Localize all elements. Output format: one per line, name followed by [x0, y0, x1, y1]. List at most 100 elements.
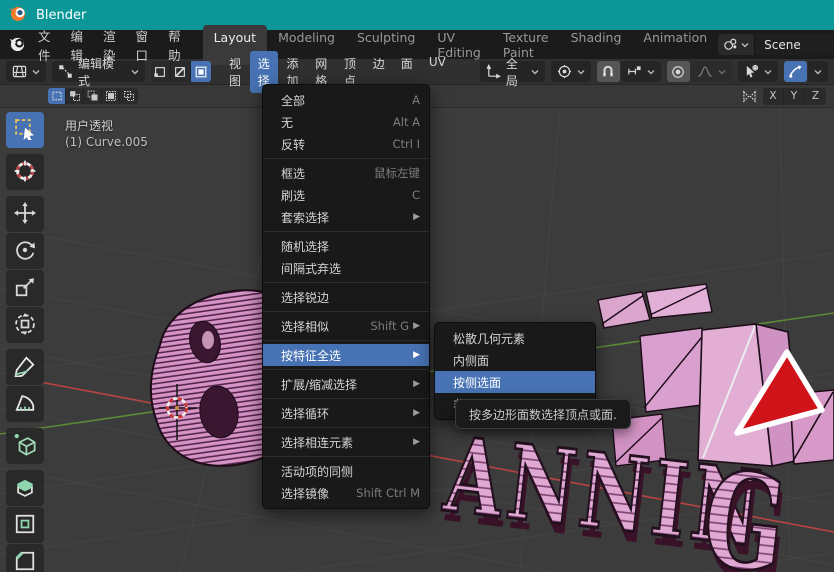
menu-separator: [263, 158, 429, 159]
scene-browse-button[interactable]: [718, 34, 754, 55]
menu-item-3[interactable]: 框选鼠标左键: [263, 162, 429, 184]
viewport-toolbar: [6, 112, 44, 572]
menu-item-1[interactable]: 无 Alt A: [263, 111, 429, 133]
mode-label: 编辑模式: [78, 55, 126, 89]
chevron-down-icon: [647, 68, 655, 76]
pivot-point-icon: [557, 64, 572, 79]
blender-app-menu-icon[interactable]: [9, 35, 26, 55]
annotate-tool-button[interactable]: [6, 349, 44, 385]
menu-item-label: 间隔式弃选: [281, 260, 341, 277]
menu-item-2[interactable]: 按侧选面: [435, 371, 595, 393]
transform-tool-button[interactable]: [6, 307, 44, 343]
mode-intersect-button[interactable]: [120, 88, 138, 104]
orientation-axis-icon: [486, 64, 501, 79]
menu-item-11[interactable]: 扩展/缩减选择▶: [263, 373, 429, 395]
gizmo-dropdown[interactable]: [808, 61, 828, 82]
menu-item-8[interactable]: 选择锐边: [263, 286, 429, 308]
menu-item-label: 松散几何元素: [453, 330, 525, 347]
snap-toggle[interactable]: [597, 61, 620, 82]
gizmo-toggle[interactable]: [784, 61, 807, 82]
measure-tool-button[interactable]: [6, 386, 44, 422]
menu-item-1[interactable]: 内侧面: [435, 349, 595, 371]
menu-item-label: 选择相似: [281, 318, 329, 335]
select-mode-buttons: [48, 88, 138, 104]
select-box-tool-button[interactable]: [6, 112, 44, 148]
move-tool-button[interactable]: [6, 196, 44, 232]
menu-item-label: 内侧面: [453, 352, 489, 369]
mode-new-button[interactable]: [48, 88, 66, 104]
falloff-dropdown[interactable]: [691, 61, 732, 82]
scene-widget: Scene: [718, 34, 834, 55]
menu-item-14[interactable]: 活动项的同侧: [263, 460, 429, 482]
menu-item-label: 全部: [281, 92, 305, 109]
menu-item-shortcut: 鼠标左键: [374, 165, 420, 181]
add-cube-icon: [14, 434, 36, 459]
workspace-tab-shading[interactable]: Shading: [560, 25, 633, 65]
header-menu-0[interactable]: 视图: [221, 51, 250, 93]
select-menu: 全部A无Alt A反转Ctrl I框选鼠标左键刷选C套索选择▶随机选择间隔式弃选…: [262, 84, 430, 509]
show-object-types-dropdown[interactable]: [738, 61, 778, 82]
gizmo-icon: [788, 64, 803, 79]
bevel-tool-button[interactable]: [6, 544, 44, 572]
chevron-down-icon: [814, 68, 822, 76]
menu-item-label: 按特征全选: [281, 347, 341, 364]
proportional-editing-toggle[interactable]: [667, 61, 690, 82]
mode-invert-button[interactable]: [102, 88, 120, 104]
face-mode-button[interactable]: [191, 61, 211, 82]
extrude-tool-button[interactable]: [6, 470, 44, 506]
menu-item-label: 选择锐边: [281, 289, 329, 306]
menu-item-6[interactable]: 随机选择: [263, 235, 429, 257]
mode-extend-button[interactable]: [66, 88, 84, 104]
menu-separator: [263, 456, 429, 457]
menu-item-shortcut: A: [412, 93, 420, 107]
menu-item-shortcut: Shift G: [370, 319, 409, 333]
menu-item-5[interactable]: 套索选择▶: [263, 206, 429, 228]
menu-item-15[interactable]: 选择镜像Shift Ctrl M: [263, 482, 429, 504]
vertex-mode-button[interactable]: [151, 61, 171, 82]
menu-item-4[interactable]: 刷选C: [263, 184, 429, 206]
scene-name-field[interactable]: Scene: [754, 34, 834, 55]
menu-item-2[interactable]: 反转Ctrl I: [263, 133, 429, 155]
menu-item-shortcut: Alt A: [393, 115, 420, 129]
inset-icon: [14, 513, 36, 538]
menu-item-10[interactable]: 按特征全选 ▶: [263, 344, 429, 366]
inset-tool-button[interactable]: [6, 507, 44, 543]
workspace-tab-animation[interactable]: Animation: [632, 25, 718, 65]
menu-item-7[interactable]: 间隔式弃选: [263, 257, 429, 279]
submenu-arrow-icon: ▶: [413, 437, 420, 447]
menu-item-label: 随机选择: [281, 238, 329, 255]
select-box-icon: [14, 118, 36, 143]
mirror-y-button[interactable]: Y: [784, 88, 805, 105]
menu-separator: [263, 369, 429, 370]
menu-item-label: 套索选择: [281, 209, 329, 226]
snap-target-icon: [627, 64, 642, 79]
edge-mode-button[interactable]: [171, 61, 191, 82]
edit-mode-icon: [58, 64, 73, 79]
snap-target-dropdown[interactable]: [621, 61, 661, 82]
cursor-tool-button[interactable]: [6, 154, 44, 190]
mirror-z-button[interactable]: Z: [805, 88, 826, 105]
orientation-dropdown[interactable]: 全局: [480, 61, 545, 82]
menu-item-9[interactable]: 选择相似Shift G▶: [263, 315, 429, 337]
menu-item-12[interactable]: 选择循环▶: [263, 402, 429, 424]
pivot-dropdown[interactable]: [551, 61, 591, 82]
editor-type-button[interactable]: [6, 61, 46, 82]
viewport-header: 编辑模式 视图选择添加网格顶点边面UV 全局: [0, 59, 834, 85]
submenu-arrow-icon: ▶: [413, 350, 420, 360]
chevron-down-icon: [531, 68, 539, 76]
mode-dropdown[interactable]: 编辑模式: [52, 61, 145, 82]
menu-item-label: 反转: [281, 136, 305, 153]
menu-item-13[interactable]: 选择相连元素▶: [263, 431, 429, 453]
chevron-down-icon: [764, 68, 772, 76]
scale-tool-button[interactable]: [6, 270, 44, 306]
menu-item-0[interactable]: 全部 A: [263, 89, 429, 111]
mirror-x-button[interactable]: X: [763, 88, 784, 105]
menu-item-shortcut: Shift Ctrl M: [356, 486, 420, 500]
falloff-curve-icon: [697, 64, 713, 79]
add-cube-tool-button[interactable]: [6, 428, 44, 464]
mesh-text-g: G: [696, 441, 793, 572]
rotate-tool-button[interactable]: [6, 233, 44, 269]
menu-item-0[interactable]: 松散几何元素: [435, 327, 595, 349]
mode-subtract-button[interactable]: [84, 88, 102, 104]
menu-item-label: 无: [281, 114, 293, 131]
